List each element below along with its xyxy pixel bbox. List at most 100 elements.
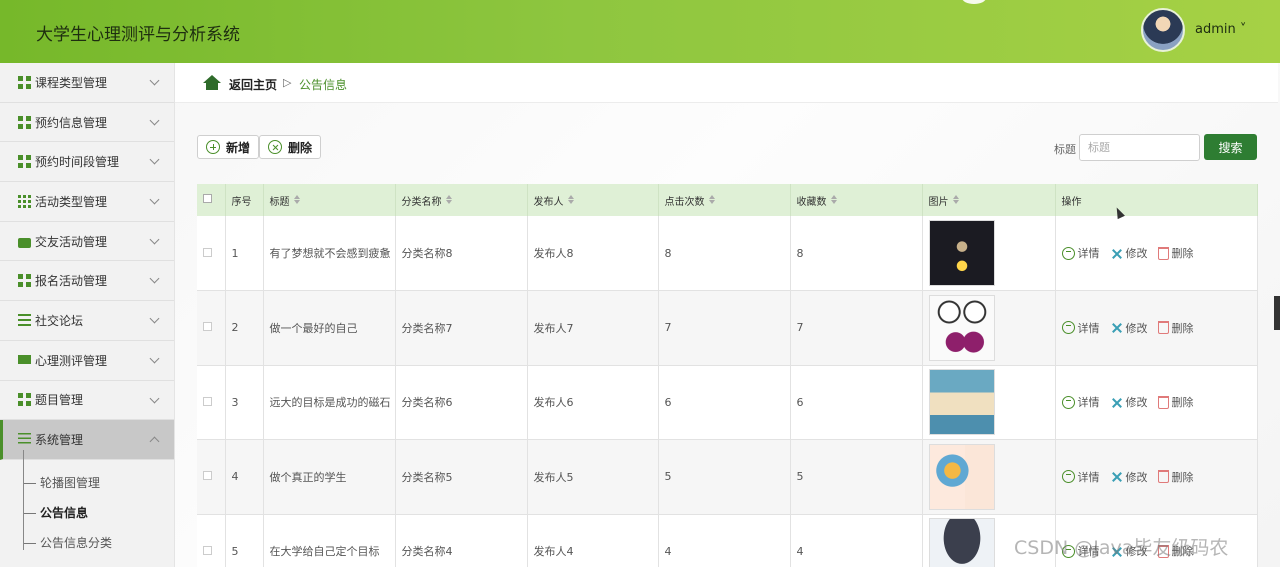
user-menu[interactable]: admin ˅	[1195, 22, 1246, 37]
search-button[interactable]: 搜索	[1204, 134, 1257, 160]
sidebar-item-time-slots[interactable]: 预约时间段管理	[0, 142, 174, 183]
cell-image	[922, 216, 1056, 291]
scrollbar-handle[interactable]	[1274, 296, 1280, 330]
table-row: 4 做个真正的学生 分类名称5 发布人5 5 5 详情 修改 删除	[197, 439, 1258, 515]
detail-label: 详情	[1077, 396, 1100, 410]
sidebar-item-activity-types[interactable]: 活动类型管理	[0, 182, 174, 222]
sidebar-item-label: 社交论坛	[35, 313, 84, 328]
delete-label: 删除	[1171, 321, 1194, 335]
search-input[interactable]	[1079, 134, 1200, 161]
cell-category: 分类名称8	[395, 216, 528, 291]
sort-icon[interactable]	[445, 194, 452, 204]
row-checkbox[interactable]	[203, 247, 212, 257]
chevron-down-icon	[149, 75, 160, 86]
cell-no: 4	[225, 439, 264, 515]
detail-button[interactable]: 详情	[1061, 320, 1100, 336]
cell-publisher: 发布人5	[527, 439, 659, 515]
cell-publisher: 发布人4	[527, 514, 659, 567]
select-all-checkbox[interactable]	[203, 194, 212, 203]
column-header-favorites[interactable]: 收藏数	[790, 184, 923, 216]
sidebar-item-label: 系统管理	[35, 433, 84, 448]
notice-thumbnail[interactable]	[928, 294, 995, 361]
cell-title: 做一个最好的自己	[263, 290, 396, 366]
row-checkbox[interactable]	[203, 545, 212, 555]
cell-no: 2	[225, 290, 264, 366]
sidebar-item-course-types[interactable]: 课程类型管理	[0, 63, 174, 103]
row-select-cell	[197, 439, 226, 515]
detail-icon	[1061, 246, 1075, 260]
row-delete-button[interactable]: 删除	[1157, 394, 1194, 410]
chevron-down-icon	[149, 154, 160, 165]
row-delete-button[interactable]: 删除	[1157, 245, 1194, 261]
chevron-up-icon	[149, 436, 160, 447]
cell-clicks: 7	[658, 290, 791, 366]
sort-icon[interactable]	[708, 194, 715, 204]
column-header-clicks[interactable]: 点击次数	[658, 184, 791, 216]
column-header-image[interactable]: 图片	[922, 184, 1056, 216]
submenu-item-notices[interactable]: 公告信息	[0, 498, 174, 528]
cell-actions: 详情 修改 删除	[1055, 290, 1258, 366]
cell-clicks: 5	[658, 439, 791, 515]
column-header-no: 序号	[225, 184, 264, 216]
grid-icon	[18, 155, 31, 169]
detail-button[interactable]: 详情	[1061, 245, 1100, 261]
cell-category: 分类名称4	[395, 514, 528, 567]
sidebar-item-appointments[interactable]: 预约信息管理	[0, 103, 174, 143]
detail-button[interactable]: 详情	[1061, 394, 1100, 410]
submenu-item-carousel[interactable]: 轮播图管理	[0, 468, 174, 498]
chevron-down-icon	[149, 234, 160, 245]
sidebar-item-questions[interactable]: 题目管理	[0, 381, 174, 421]
sort-icon[interactable]	[952, 194, 959, 204]
wrench-icon	[1110, 321, 1123, 334]
watermark: CSDN @Java毕友级码农	[1014, 537, 1229, 559]
main-content: 返回主页 ▷ 公告信息 新增 删除 标题 搜索 序号 标题 分类名称 发布人 点…	[175, 63, 1280, 567]
submenu-item-notice-categories[interactable]: 公告信息分类	[0, 528, 174, 558]
sort-icon[interactable]	[567, 194, 574, 204]
add-button[interactable]: 新增	[197, 135, 260, 159]
cell-no: 3	[225, 365, 264, 440]
row-select-cell	[197, 290, 226, 366]
sort-icon[interactable]	[830, 194, 837, 204]
row-delete-button[interactable]: 删除	[1157, 469, 1194, 485]
sidebar-item-assessments[interactable]: 心理测评管理	[0, 341, 174, 381]
breadcrumb-home[interactable]: 返回主页	[229, 76, 277, 93]
avatar[interactable]	[1141, 8, 1185, 52]
sidebar-item-label: 活动类型管理	[35, 194, 108, 209]
cell-title: 做个真正的学生	[263, 439, 396, 515]
row-delete-button[interactable]: 删除	[1157, 320, 1194, 336]
detail-button[interactable]: 详情	[1061, 469, 1100, 485]
edit-button[interactable]: 修改	[1110, 394, 1148, 410]
sidebar-item-social-activities[interactable]: 交友活动管理	[0, 222, 174, 262]
column-header-title[interactable]: 标题	[263, 184, 396, 216]
column-header-publisher[interactable]: 发布人	[527, 184, 659, 216]
edit-button[interactable]: 修改	[1110, 469, 1148, 485]
notice-thumbnail[interactable]	[928, 518, 995, 567]
row-checkbox[interactable]	[203, 471, 212, 481]
row-checkbox[interactable]	[203, 396, 212, 406]
column-header-category[interactable]: 分类名称	[395, 184, 528, 216]
chevron-down-icon	[149, 115, 160, 126]
detail-icon	[1061, 395, 1075, 409]
sort-icon[interactable]	[293, 194, 300, 204]
delete-button[interactable]: 删除	[259, 135, 322, 159]
notice-thumbnail[interactable]	[928, 369, 995, 436]
column-header-actions: 操作	[1055, 184, 1258, 216]
edit-label: 修改	[1125, 470, 1148, 484]
sidebar-item-forum[interactable]: 社交论坛	[0, 301, 174, 341]
edit-label: 修改	[1125, 247, 1148, 260]
home-icon[interactable]	[203, 75, 221, 90]
row-checkbox[interactable]	[203, 322, 212, 332]
column-header-label: 点击次数	[664, 196, 705, 208]
sidebar-item-registrations[interactable]: 报名活动管理	[0, 261, 174, 302]
notice-thumbnail[interactable]	[928, 443, 995, 510]
edit-button[interactable]: 修改	[1110, 320, 1148, 336]
cell-clicks: 6	[658, 365, 791, 440]
monitor-icon	[18, 354, 31, 364]
edit-button[interactable]: 修改	[1110, 245, 1148, 261]
sidebar-item-label: 预约信息管理	[35, 115, 108, 130]
sidebar-item-system[interactable]: 系统管理	[0, 420, 174, 460]
notice-thumbnail[interactable]	[928, 220, 995, 286]
chevron-down-icon	[149, 273, 160, 284]
breadcrumb-separator-icon: ▷	[283, 76, 292, 89]
search-label: 标题	[1054, 143, 1076, 156]
